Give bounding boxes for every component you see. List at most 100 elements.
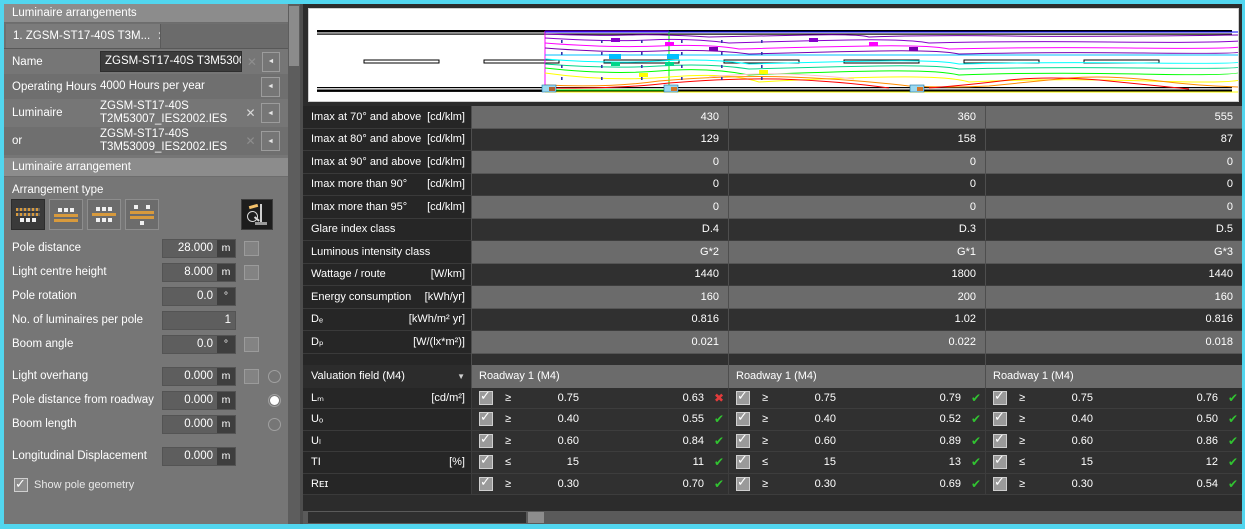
result-value: 0.76 [1196, 391, 1218, 404]
required-value: 15 [1080, 456, 1093, 469]
roadway-bar-icon [16, 212, 40, 216]
required-value: 0.60 [814, 434, 836, 447]
criterion-checkbox[interactable] [479, 474, 493, 491]
criterion-checkbox[interactable] [993, 388, 1007, 405]
cell-value: 430 [471, 106, 728, 129]
valuation-column-header: Roadway 1 (M4) [471, 364, 728, 388]
scrollbar-corner-button[interactable] [528, 512, 544, 523]
arrangement-type-opposite-button[interactable] [49, 199, 83, 230]
pass-icon: ✔ [1227, 433, 1239, 448]
label-operating-hours: Operating Hours [12, 80, 97, 93]
pole-distance-checkbox[interactable] [244, 240, 259, 256]
chevron-down-icon[interactable]: ▼ [457, 372, 465, 381]
longitudinal-displacement-unit: m [217, 447, 235, 465]
luminaire-value[interactable]: ZGSM-ST17-40S T2M53007_IES2002.IES [100, 100, 240, 126]
arrangement-type-staggered-button[interactable] [87, 199, 121, 230]
criterion-checkbox[interactable] [736, 474, 750, 491]
light-overhang-checkbox[interactable] [244, 368, 259, 384]
luminaires-per-pole-input[interactable]: 1 [162, 310, 236, 330]
criterion-checkbox[interactable] [479, 409, 493, 427]
clear-name-icon[interactable]: ✕ [246, 55, 258, 69]
row-label-text: Imax at 80° and above [311, 133, 422, 146]
row-label: Dₑ [kWh/m² yr] [303, 308, 471, 331]
result-value: 0.55 [682, 413, 704, 426]
valuation-cell: ≥ 0.75 0.76 ✔ [985, 387, 1242, 409]
name-input[interactable]: ZGSM-ST17-40S T3M53009 [100, 51, 242, 72]
arrangement-type-single-sided-button[interactable] [11, 199, 45, 230]
pole-distance-from-roadway-radio[interactable] [268, 393, 281, 407]
show-pole-geometry-checkbox[interactable] [14, 476, 28, 492]
longitudinal-displacement-input[interactable]: 0.000 m [162, 446, 236, 466]
boom-angle-unit: ° [217, 335, 235, 353]
alternate-luminaire-value[interactable]: ZGSM-ST17-40S T3M53009_IES2002.IES [100, 128, 240, 154]
pass-icon: ✔ [1227, 412, 1239, 427]
row-unit: [cd/klm] [427, 200, 465, 213]
left-panel-scrollbar-thumb[interactable] [289, 6, 299, 66]
criterion-checkbox[interactable] [736, 388, 750, 405]
left-panel-scrollbar-track[interactable] [288, 4, 300, 524]
pole-rotation-input[interactable]: 0.0 ° [162, 286, 236, 306]
alternate-luminaire-picker-button[interactable]: ◄ [261, 131, 280, 151]
row-light-overhang: Light overhang 0.000 m [4, 364, 288, 388]
cell-value: 0 [728, 151, 985, 174]
fail-icon: ✖ [713, 390, 725, 405]
cell-value: 0.022 [728, 331, 985, 354]
valuation-cell: ≥ 0.60 0.84 ✔ [471, 430, 728, 452]
row-label: Uₒ [303, 409, 471, 431]
luminaire-dots-icon [134, 204, 150, 209]
operating-hours-picker-button[interactable]: ◄ [261, 76, 280, 97]
horizontal-scrollbar-thumb[interactable] [308, 512, 526, 523]
comparison-operator: ≥ [761, 434, 769, 447]
boom-length-radio[interactable] [268, 417, 281, 431]
name-picker-button[interactable]: ◄ [262, 51, 280, 72]
criterion-checkbox[interactable] [736, 452, 750, 470]
luminaire-picker-button[interactable]: ◄ [261, 103, 280, 123]
arrangement-type-twin-central-button[interactable] [125, 199, 159, 230]
criterion-checkbox[interactable] [479, 431, 493, 448]
criterion-checkbox[interactable] [993, 474, 1007, 491]
required-value: 0.30 [814, 477, 836, 490]
criterion-checkbox[interactable] [736, 431, 750, 448]
light-centre-height-checkbox[interactable] [244, 264, 259, 280]
light-overhang-input[interactable]: 0.000 m [162, 366, 236, 386]
clear-alternate-luminaire-icon[interactable]: ✕ [244, 134, 257, 148]
pole-distance-from-roadway-input[interactable]: 0.000 m [162, 390, 236, 410]
light-overhang-unit: m [217, 367, 235, 385]
label-name: Name [12, 55, 43, 68]
label-luminaire: Luminaire [12, 107, 63, 119]
clear-luminaire-icon[interactable]: ✕ [244, 106, 257, 120]
roadway-bar-icon [92, 213, 116, 216]
operating-hours-value[interactable]: 4000 Hours per year [100, 80, 257, 93]
roadway-plan-view[interactable] [308, 8, 1239, 102]
criterion-checkbox[interactable] [479, 452, 493, 470]
criterion-checkbox[interactable] [993, 431, 1007, 448]
boom-angle-input[interactable]: 0.0 ° [162, 334, 236, 354]
pass-icon: ✔ [970, 455, 982, 470]
application-window: Luminaire arrangements 1. ZGSM-ST17-40S … [0, 0, 1245, 529]
valuation-field-selector[interactable]: Valuation field (M4) ▼ [303, 364, 471, 388]
boom-angle-checkbox[interactable] [244, 336, 259, 352]
result-value: 0.50 [1196, 413, 1218, 426]
pole-zoom-icon[interactable] [241, 199, 273, 230]
row-unit: [cd/klm] [427, 110, 465, 123]
tab-arrangement-1[interactable]: 1. ZGSM-ST17-40S T3M... ✕ [6, 24, 174, 48]
pole-distance-input[interactable]: 28.000 m [162, 238, 236, 258]
valuation-cell: ≥ 0.30 0.54 ✔ [985, 473, 1242, 495]
light-centre-height-input[interactable]: 8.000 m [162, 262, 236, 282]
label-pole-rotation: Pole rotation [12, 290, 77, 302]
criterion-checkbox[interactable] [993, 452, 1007, 470]
cell-value: 0 [471, 151, 728, 174]
pole-rotation-unit: ° [217, 287, 235, 305]
criterion-checkbox[interactable] [993, 409, 1007, 427]
table-row: Imax more than 90° [cd/klm] 0 0 0 [303, 173, 1242, 196]
criterion-checkbox[interactable] [736, 409, 750, 427]
label-pole-distance: Pole distance [12, 242, 82, 254]
required-value: 0.75 [814, 391, 836, 404]
light-overhang-radio[interactable] [268, 369, 281, 383]
required-value: 0.75 [557, 391, 579, 404]
criterion-checkbox[interactable] [479, 388, 493, 405]
show-pole-geometry-row[interactable]: Show pole geometry [4, 474, 288, 496]
boom-length-input[interactable]: 0.000 m [162, 414, 236, 434]
cell-value: G*1 [728, 241, 985, 264]
required-value: 0.30 [1071, 477, 1093, 490]
